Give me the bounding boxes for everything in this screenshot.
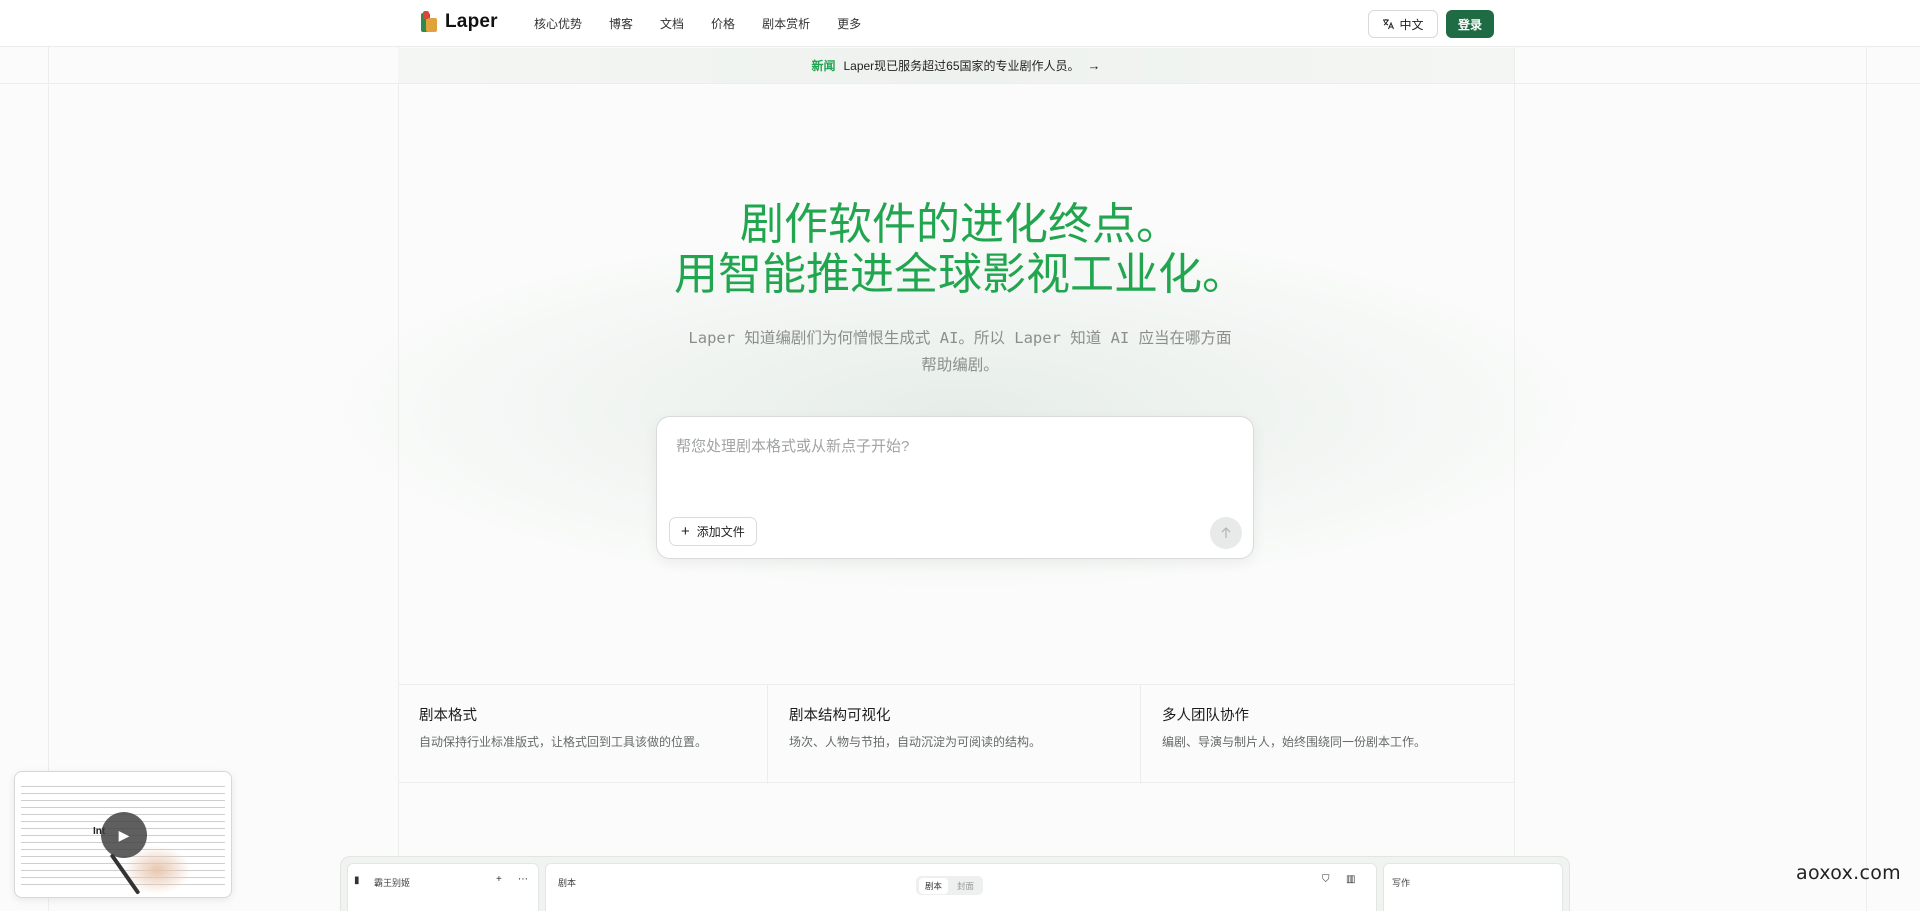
preview-tab-cover: 封面 <box>957 880 975 891</box>
play-button[interactable]: ▶ <box>101 812 147 858</box>
shield-icon: ⛉ <box>1322 874 1330 885</box>
play-icon: ▶ <box>118 826 130 843</box>
announcement-tag: 新闻 <box>811 59 836 73</box>
feature-card: 剧本格式 自动保持行业标准版式，让格式回到工具该做的位置。 <box>398 685 767 784</box>
nav-item-pricing[interactable]: 价格 <box>711 15 735 32</box>
logo-icon: ▮ <box>354 875 360 886</box>
plus-icon: + <box>681 523 690 540</box>
preview-script-label: 剧本 <box>558 878 577 888</box>
more-icon: ⋯ <box>518 874 528 885</box>
nav-item-features[interactable]: 核心优势 <box>534 15 582 32</box>
feature-desc: 场次、人物与节拍，自动沉淀为可阅读的结构。 <box>789 735 1042 749</box>
hero-title-line2: 用智能推进全球影视工业化。 <box>674 249 1246 300</box>
feature-card: 剧本结构可视化 场次、人物与节拍，自动沉淀为可阅读的结构。 <box>767 685 1140 784</box>
chart-icon: ▥ <box>1346 874 1356 885</box>
preview-tabs: 剧本 封面 <box>916 876 984 895</box>
nav-item-more[interactable]: 更多 <box>837 15 861 32</box>
app-preview: ▮ 霸王别姬 + ⋯ 剧本 剧本 封面 ⛉ ▥ 写作 <box>340 856 1570 911</box>
hero-title-line1: 剧作软件的进化终点。 <box>740 199 1180 250</box>
frame-line <box>1866 0 1867 911</box>
watermark: aoxox.com <box>1796 862 1901 884</box>
feature-title: 剧本结构可视化 <box>789 708 891 724</box>
preview-tab-script: 剧本 <box>919 877 949 894</box>
logo-icon <box>421 11 439 33</box>
preview-editor: 剧本 剧本 封面 ⛉ ▥ <box>545 863 1377 911</box>
preview-project-name: 霸王别姬 <box>374 878 411 888</box>
announcement-text: Laper现已服务超过65国家的专业剧作人员。 <box>843 59 1080 73</box>
plus-icon: + <box>496 874 502 885</box>
main-nav: 核心优势 博客 文档 价格 剧本赏析 更多 <box>534 15 888 32</box>
feature-desc: 编剧、导演与制片人，始终围绕同一份剧本工作。 <box>1162 735 1427 749</box>
arrow-right-icon: → <box>1087 58 1101 73</box>
add-file-label: 添加文件 <box>696 525 745 539</box>
feature-title: 剧本格式 <box>419 708 477 724</box>
brand-name: Laper <box>445 11 498 32</box>
add-file-button[interactable]: + 添加文件 <box>669 517 757 546</box>
hero-subtitle: Laper 知道编剧们为何憎恨生成式 AI。所以 Laper 知道 AI 应当在… <box>650 325 1270 379</box>
nav-item-docs[interactable]: 文档 <box>660 15 684 32</box>
hero-subtitle-line1: Laper 知道编剧们为何憎恨生成式 AI。所以 Laper 知道 AI 应当在… <box>688 329 1232 347</box>
brand-logo[interactable]: Laper <box>421 11 498 33</box>
language-button[interactable]: 中文 <box>1368 10 1438 38</box>
send-button[interactable] <box>1210 517 1242 549</box>
hero-title: 剧作软件的进化终点。 用智能推进全球影视工业化。 <box>560 200 1360 300</box>
preview-sidebar: ▮ 霸王别姬 + ⋯ <box>347 863 539 911</box>
frame-line <box>0 83 1920 84</box>
language-label: 中文 <box>1399 17 1424 32</box>
preview-write-label: 写作 <box>1392 878 1411 888</box>
login-button[interactable]: 登录 <box>1446 10 1494 38</box>
feature-desc: 自动保持行业标准版式，让格式回到工具该做的位置。 <box>419 735 708 749</box>
feature-title: 多人团队协作 <box>1162 708 1249 724</box>
features-row: 剧本格式 自动保持行业标准版式，让格式回到工具该做的位置。 剧本结构可视化 场次… <box>398 684 1514 784</box>
announcement-bar[interactable]: 新闻 Laper现已服务超过65国家的专业剧作人员。 → <box>398 48 1514 83</box>
preview-right-panel: 写作 <box>1383 863 1563 911</box>
arrow-up-icon <box>1221 527 1231 538</box>
prompt-input[interactable]: 帮您处理剧本格式或从新点子开始? <box>676 435 909 456</box>
nav-item-blog[interactable]: 博客 <box>609 15 633 32</box>
nav-item-showcase[interactable]: 剧本赏析 <box>762 15 810 32</box>
feature-card: 多人团队协作 编剧、导演与制片人，始终围绕同一份剧本工作。 <box>1140 685 1514 784</box>
background-glow <box>0 80 1920 680</box>
prompt-input-box[interactable]: 帮您处理剧本格式或从新点子开始? + 添加文件 <box>656 416 1254 559</box>
top-navbar: Laper 核心优势 博客 文档 价格 剧本赏析 更多 中文 登录 <box>0 0 1920 47</box>
intro-video-thumbnail[interactable]: Int ▶ <box>14 771 232 898</box>
translate-icon <box>1383 19 1395 30</box>
frame-line <box>1514 0 1515 911</box>
hero-subtitle-line2: 帮助编剧。 <box>921 356 999 374</box>
